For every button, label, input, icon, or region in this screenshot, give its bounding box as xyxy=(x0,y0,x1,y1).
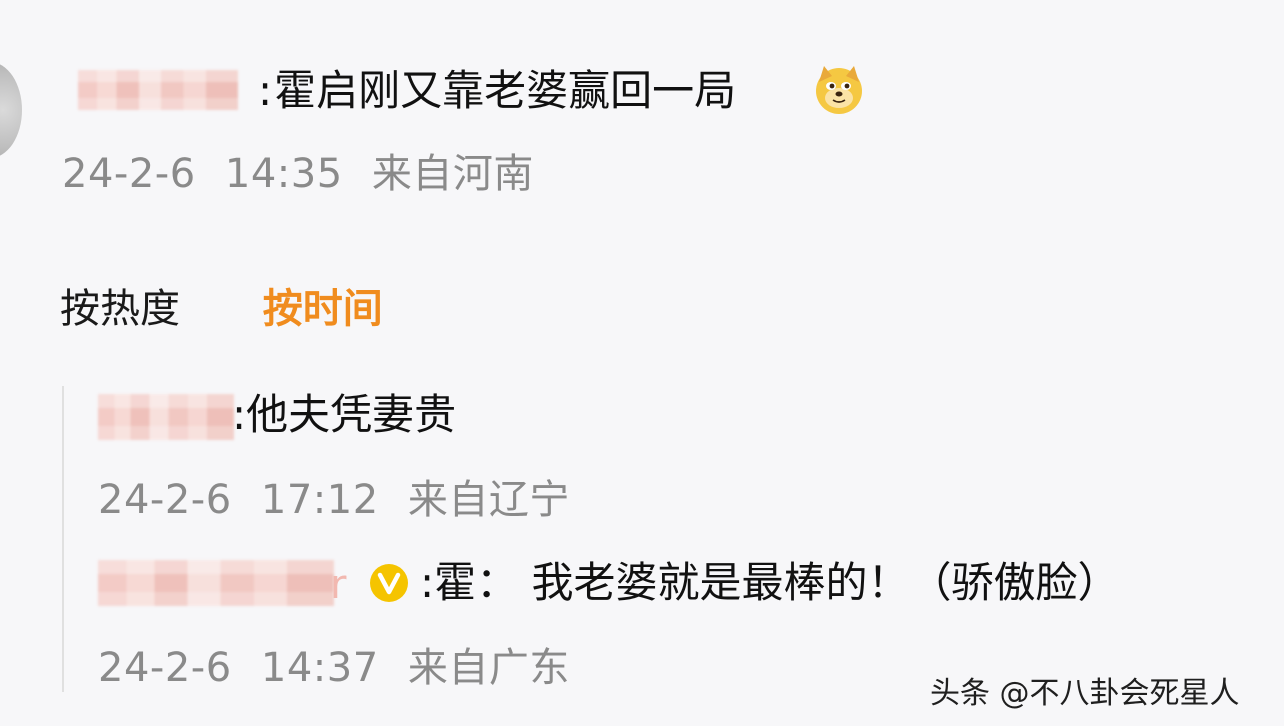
post-location: 来自河南 xyxy=(371,151,534,197)
post-date: 24-2-6 xyxy=(62,151,196,197)
sort-tabs: 按热度 按时间 xyxy=(60,276,453,334)
post-meta: 24-2-6 14:35 来自河南 xyxy=(62,154,534,194)
reply1-author-name-redacted[interactable] xyxy=(98,394,234,440)
reply2-colon: : xyxy=(420,558,435,607)
reply2-location: 来自广东 xyxy=(407,645,570,691)
reply2-time: 14:37 xyxy=(260,645,379,691)
post-text: 霍启刚又靠老婆赢回一局 xyxy=(274,66,737,115)
tab-sort-by-time[interactable]: 按时间 xyxy=(263,276,383,334)
reply1-date: 24-2-6 xyxy=(98,477,232,523)
reply2-date: 24-2-6 xyxy=(98,645,232,691)
reply1-meta: 24-2-6 17:12 来自辽宁 xyxy=(98,480,570,520)
user-avatar[interactable] xyxy=(0,62,22,158)
reply2-author-name-redacted[interactable] xyxy=(98,560,334,606)
post-colon: : xyxy=(258,66,273,115)
reply2-content: :霍： 我老婆就是最棒的！（骄傲脸） xyxy=(420,562,1120,604)
tab-sort-by-hot[interactable]: 按热度 xyxy=(60,276,180,334)
reply1-text: 他夫凭妻贵 xyxy=(246,390,457,439)
comment-screenshot: :霍启刚又靠老婆赢回一局 24-2-6 14:35 来自河南 按热度 按时间 :… xyxy=(0,0,1284,726)
reply1-content: :他夫凭妻贵 xyxy=(232,394,456,436)
post-content: :霍启刚又靠老婆赢回一局 xyxy=(258,70,736,112)
post-time: 14:35 xyxy=(224,151,343,197)
post-author-name-redacted[interactable] xyxy=(78,70,238,110)
reply1-location: 来自辽宁 xyxy=(407,477,570,523)
watermark: 头条 @不八卦会死星人 xyxy=(930,676,1240,711)
reply2-text: 霍： 我老婆就是最棒的！（骄傲脸） xyxy=(434,558,1120,607)
reply1-colon: : xyxy=(232,390,247,439)
reply1-time: 17:12 xyxy=(260,477,379,523)
verified-badge-icon xyxy=(370,564,408,602)
reply2-author-name-tail[interactable]: r xyxy=(330,562,346,608)
doge-emoji-icon xyxy=(816,66,862,114)
reply2-meta: 24-2-6 14:37 来自广东 xyxy=(98,648,570,688)
